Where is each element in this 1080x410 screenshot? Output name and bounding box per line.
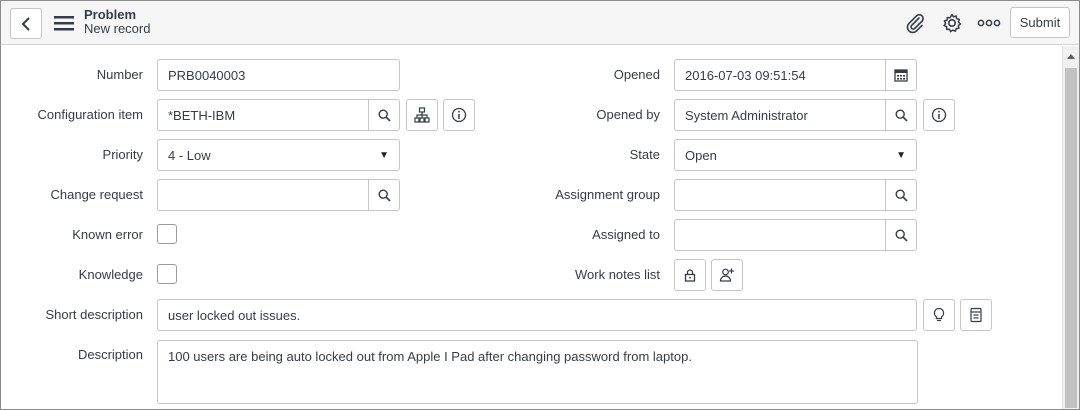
opened-by-search-button[interactable] — [885, 99, 917, 131]
short-description-field[interactable]: user locked out issues. — [157, 299, 917, 331]
search-icon — [894, 188, 908, 202]
lightbulb-icon — [933, 307, 945, 322]
description-textarea[interactable]: 100 users are being auto locked out from… — [157, 340, 918, 404]
opened-field[interactable]: 2016-07-03 09:51:54 — [674, 59, 885, 91]
assignment-group-group — [674, 179, 917, 211]
search-icon — [377, 108, 391, 122]
state-select[interactable]: Open ▼ — [674, 139, 917, 171]
paperclip-icon[interactable] — [903, 11, 927, 35]
priority-label: Priority — [102, 147, 143, 162]
change-request-label: Change request — [50, 187, 143, 202]
assigned-to-field[interactable] — [674, 219, 885, 251]
assignment-group-search-button[interactable] — [885, 179, 917, 211]
show-dependency-map-button[interactable] — [406, 99, 438, 131]
change-request-field[interactable] — [157, 179, 368, 211]
hamburger-menu-icon[interactable] — [53, 13, 75, 33]
scroll-up-arrow[interactable] — [1067, 54, 1075, 59]
opened-by-group: System Administrator — [674, 99, 917, 131]
known-error-label: Known error — [72, 227, 143, 242]
short-description-label: Short description — [45, 307, 143, 322]
work-notes-add-user-button[interactable] — [711, 259, 743, 291]
configuration-item-group: *BETH-IBM — [157, 99, 400, 131]
known-error-checkbox[interactable] — [157, 224, 177, 244]
template-button[interactable] — [960, 299, 992, 331]
back-button[interactable] — [10, 8, 42, 39]
search-icon — [894, 228, 908, 242]
template-icon — [970, 307, 982, 323]
chevron-left-icon — [21, 16, 30, 31]
opened-by-info-button[interactable] — [923, 99, 955, 131]
configuration-item-info-button[interactable] — [443, 99, 475, 131]
opened-calendar-button[interactable] — [885, 59, 917, 91]
vertical-scrollbar[interactable] — [1062, 46, 1079, 409]
assigned-to-group — [674, 219, 917, 251]
change-request-search-button[interactable] — [368, 179, 400, 211]
assigned-to-search-button[interactable] — [885, 219, 917, 251]
assigned-to-label: Assigned to — [592, 227, 660, 242]
work-notes-list-label: Work notes list — [574, 267, 660, 282]
assignment-group-label: Assignment group — [555, 187, 660, 202]
gear-icon[interactable] — [940, 11, 964, 35]
submit-button[interactable]: Submit — [1010, 7, 1070, 38]
calendar-icon — [894, 69, 908, 82]
search-icon — [377, 188, 391, 202]
opened-by-label: Opened by — [596, 107, 660, 122]
suggestion-button[interactable] — [923, 299, 955, 331]
state-value: Open — [685, 147, 717, 163]
opened-label: Opened — [613, 67, 660, 82]
configuration-item-label: Configuration item — [37, 107, 144, 122]
configuration-item-field[interactable]: *BETH-IBM — [157, 99, 368, 131]
work-notes-lock-button[interactable] — [674, 259, 706, 291]
knowledge-checkbox[interactable] — [157, 264, 177, 284]
form-header: Problem New record Submit — [1, 1, 1079, 45]
lock-icon — [684, 269, 696, 282]
more-options-icon[interactable] — [977, 11, 1001, 35]
change-request-group — [157, 179, 400, 211]
number-label: Number — [96, 67, 143, 82]
info-icon — [451, 107, 467, 123]
dependency-tree-icon — [414, 107, 430, 123]
info-icon — [931, 107, 947, 123]
priority-select[interactable]: 4 - Low ▼ — [157, 139, 400, 171]
dropdown-caret-icon: ▼ — [379, 149, 389, 161]
state-label: State — [629, 147, 660, 162]
priority-value: 4 - Low — [168, 147, 211, 163]
add-user-icon — [719, 268, 734, 282]
description-label: Description — [77, 347, 143, 362]
record-title-block: Problem New record — [84, 8, 150, 36]
configuration-item-search-button[interactable] — [368, 99, 400, 131]
page-title: Problem — [84, 7, 137, 22]
number-field[interactable]: PRB0040003 — [157, 59, 400, 91]
knowledge-label: Knowledge — [78, 267, 143, 282]
opened-group: 2016-07-03 09:51:54 — [674, 59, 917, 91]
opened-by-field[interactable]: System Administrator — [674, 99, 885, 131]
page-subtitle: New record — [84, 21, 151, 36]
search-icon — [894, 108, 908, 122]
scroll-thumb[interactable] — [1065, 68, 1077, 408]
dropdown-caret-icon: ▼ — [896, 149, 906, 161]
assignment-group-field[interactable] — [674, 179, 885, 211]
